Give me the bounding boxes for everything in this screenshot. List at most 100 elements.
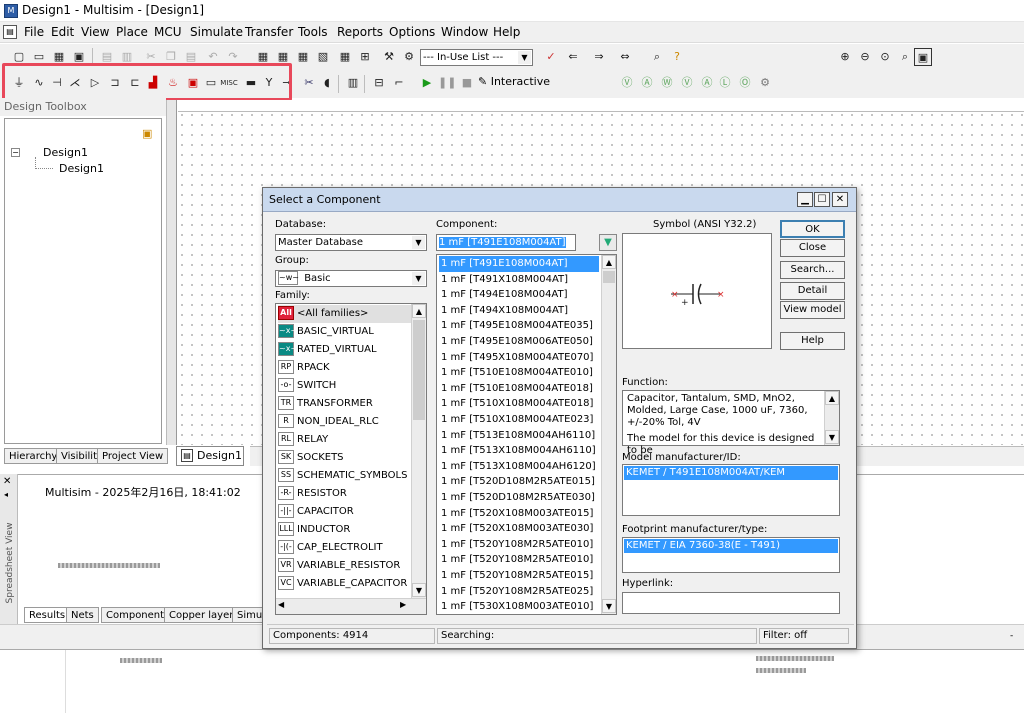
scroll-down-icon[interactable]: ▼ — [602, 599, 616, 613]
menu-simulate[interactable]: Simulate — [190, 25, 243, 39]
search-button[interactable]: Search... — [780, 261, 845, 279]
family-scrollbar[interactable]: ▲ ▼ — [411, 304, 426, 598]
transfer-icon[interactable]: ⇔ — [616, 48, 634, 66]
place-ni-component-icon[interactable]: ✂ — [300, 74, 318, 92]
scroll-up-icon[interactable]: ▲ — [412, 304, 426, 318]
footprint-list[interactable]: KEMET / EIA 7360-38(E - T491) — [622, 537, 840, 573]
interactive-button[interactable]: ✎ Interactive — [478, 75, 550, 88]
close-icon[interactable]: ✕ — [3, 476, 11, 487]
scroll-up-icon[interactable]: ▲ — [602, 255, 616, 269]
probe-digital-icon[interactable]: Ⓛ — [716, 74, 734, 92]
database-icon[interactable]: ▦ — [294, 48, 312, 66]
toolbox-options-icon[interactable]: ▣ — [142, 127, 156, 141]
stop-icon[interactable]: ■ — [458, 74, 476, 92]
component-item[interactable]: 1 mF [T530X108M003ATE010] — [439, 599, 599, 614]
probe-current-icon[interactable]: Ⓐ — [638, 74, 656, 92]
run-icon[interactable]: ▶ — [418, 74, 436, 92]
zoom-area-icon[interactable]: ⊙ — [876, 48, 894, 66]
family-item[interactable]: -R- RESISTOR — [278, 485, 414, 503]
close-button[interactable]: Close — [780, 239, 845, 257]
component-list[interactable]: 1 mF [T491E108M004AT] 1 mF [T491X108M004A… — [436, 254, 617, 615]
component-item[interactable]: 1 mF [T494E108M004AT] — [439, 287, 599, 303]
menu-reports[interactable]: Reports — [337, 25, 383, 39]
hierarchy-icon[interactable]: ⊞ — [356, 48, 374, 66]
group-dropdown[interactable]: ~w~ Basic ▼ — [275, 270, 427, 287]
menu-mcu[interactable]: MCU — [154, 25, 182, 39]
back-annotate-icon[interactable]: ⇐ — [564, 48, 582, 66]
family-item[interactable]: R NON_IDEAL_RLC — [278, 413, 414, 431]
filter-icon[interactable]: ▼ — [599, 234, 617, 251]
help-button[interactable]: Help — [780, 332, 845, 350]
menu-window[interactable]: Window — [441, 25, 488, 39]
family-item[interactable]: TR TRANSFORMER — [278, 395, 414, 413]
probe-power-icon[interactable]: Ⓦ — [658, 74, 676, 92]
menu-options[interactable]: Options — [389, 25, 435, 39]
family-item[interactable]: -|(- CAP_ELECTROLIT — [278, 539, 414, 557]
component-item[interactable]: 1 mF [T495X108M004ATE070] — [439, 350, 599, 366]
maximize-icon[interactable]: ☐ — [814, 192, 830, 207]
database-dropdown[interactable]: Master Database ▼ — [275, 234, 427, 251]
probe-reference-icon[interactable]: Ⓞ — [736, 74, 754, 92]
detail-report-button[interactable]: Detail report — [780, 282, 845, 312]
component-item[interactable]: 1 mF [T495E108M004ATE035] — [439, 318, 599, 334]
minimize-icon[interactable]: ▁ — [797, 192, 813, 207]
scroll-down-icon[interactable]: ▼ — [825, 430, 839, 444]
family-item[interactable]: SK SOCKETS — [278, 449, 414, 467]
component-item[interactable]: 1 mF [T520D108M2R5ATE015] — [439, 474, 599, 490]
tree-root-design1[interactable]: Design1 — [43, 146, 88, 159]
family-item[interactable]: VC VARIABLE_CAPACITOR — [278, 575, 414, 593]
family-list[interactable]: All <All families> ~x~BASIC_VIRTUAL ~x~RA… — [275, 303, 427, 615]
component-item[interactable]: 1 mF [T513E108M004AH6110] — [439, 428, 599, 444]
tree-collapse-icon[interactable]: − — [11, 148, 20, 157]
component-wizard-icon[interactable]: ⚒ — [380, 48, 398, 66]
family-item[interactable]: -||- CAPACITOR — [278, 503, 414, 521]
component-item[interactable]: 1 mF [T520X108M003ATE030] — [439, 521, 599, 537]
component-item[interactable]: 1 mF [T520Y108M2R5ATE010] — [439, 537, 599, 553]
in-use-list-dropdown[interactable]: --- In-Use List --- ▼ — [420, 49, 533, 66]
tab-hierarchy[interactable]: Hierarchy — [4, 448, 63, 464]
close-icon[interactable]: ✕ — [832, 192, 848, 207]
menu-edit[interactable]: Edit — [51, 25, 74, 39]
component-item[interactable]: 1 mF [T520D108M2R5ATE030] — [439, 490, 599, 506]
probe-voltage-icon[interactable]: Ⓥ — [618, 74, 636, 92]
family-item[interactable]: ~x~BASIC_VIRTUAL — [278, 323, 414, 341]
scroll-left-icon[interactable]: ◀ — [278, 600, 284, 609]
component-item[interactable]: 1 mF [T520Y108M2R5ATE010] — [439, 552, 599, 568]
component-item[interactable]: 1 mF [T520Y108M2R5ATE025] — [439, 584, 599, 600]
document-icon[interactable]: ▤ — [3, 25, 17, 39]
component-item[interactable]: 1 mF [T510X108M004ATE018] — [439, 396, 599, 412]
family-hscrollbar[interactable]: ◀ ▶ — [276, 598, 426, 614]
sheet-tab-design1[interactable]: ▤ Design1 — [176, 446, 244, 466]
family-item[interactable]: SS SCHEMATIC_SYMBOLS — [278, 467, 414, 485]
component-item[interactable]: 1 mF [T510X108M004ATE023] — [439, 412, 599, 428]
pause-icon[interactable]: ❚❚ — [438, 74, 456, 92]
menu-file[interactable]: File — [24, 25, 44, 39]
full-screen-icon[interactable]: ▣ — [914, 48, 932, 66]
menu-transfer[interactable]: Transfer — [245, 25, 293, 39]
hierarchical-block-icon[interactable]: ⊟ — [370, 74, 388, 92]
component-input[interactable]: 1 mF [T491E108M004AT] — [436, 234, 576, 251]
pin-icon[interactable]: ◂ — [4, 490, 8, 499]
component-item[interactable]: 1 mF [T491X108M004AT] — [439, 272, 599, 288]
bus-icon[interactable]: ⌐ — [390, 74, 408, 92]
menu-tools[interactable]: Tools — [298, 25, 328, 39]
scroll-down-icon[interactable]: ▼ — [412, 583, 426, 597]
component-item[interactable]: 1 mF [T520X108M003ATE015] — [439, 506, 599, 522]
calculator-icon[interactable]: ▦ — [336, 48, 354, 66]
zoom-out-icon[interactable]: ⊖ — [856, 48, 874, 66]
scroll-right-icon[interactable]: ▶ — [400, 600, 406, 609]
forward-annotate-icon[interactable]: ⇒ — [590, 48, 608, 66]
probe-settings-icon[interactable]: ⚙ — [756, 74, 774, 92]
in-use-icon[interactable]: ⚙ — [400, 48, 418, 66]
zoom-in-icon[interactable]: ⊕ — [836, 48, 854, 66]
help-icon[interactable]: ? — [668, 48, 686, 66]
family-item[interactable]: ~x~RATED_VIRTUAL — [278, 341, 414, 359]
component-scrollbar[interactable]: ▲ ▼ — [601, 255, 616, 614]
component-item[interactable]: 1 mF [T495E108M006ATE050] — [439, 334, 599, 350]
component-item[interactable]: 1 mF [T491E108M004AT] — [439, 256, 599, 272]
family-item[interactable]: -o- SWITCH — [278, 377, 414, 395]
postprocessor-icon[interactable]: ▧ — [314, 48, 332, 66]
probe-vi-icon[interactable]: Ⓐ — [698, 74, 716, 92]
family-item[interactable]: LLL INDUCTOR — [278, 521, 414, 539]
model-list[interactable]: KEMET / T491E108M004AT/KEM — [622, 464, 840, 516]
